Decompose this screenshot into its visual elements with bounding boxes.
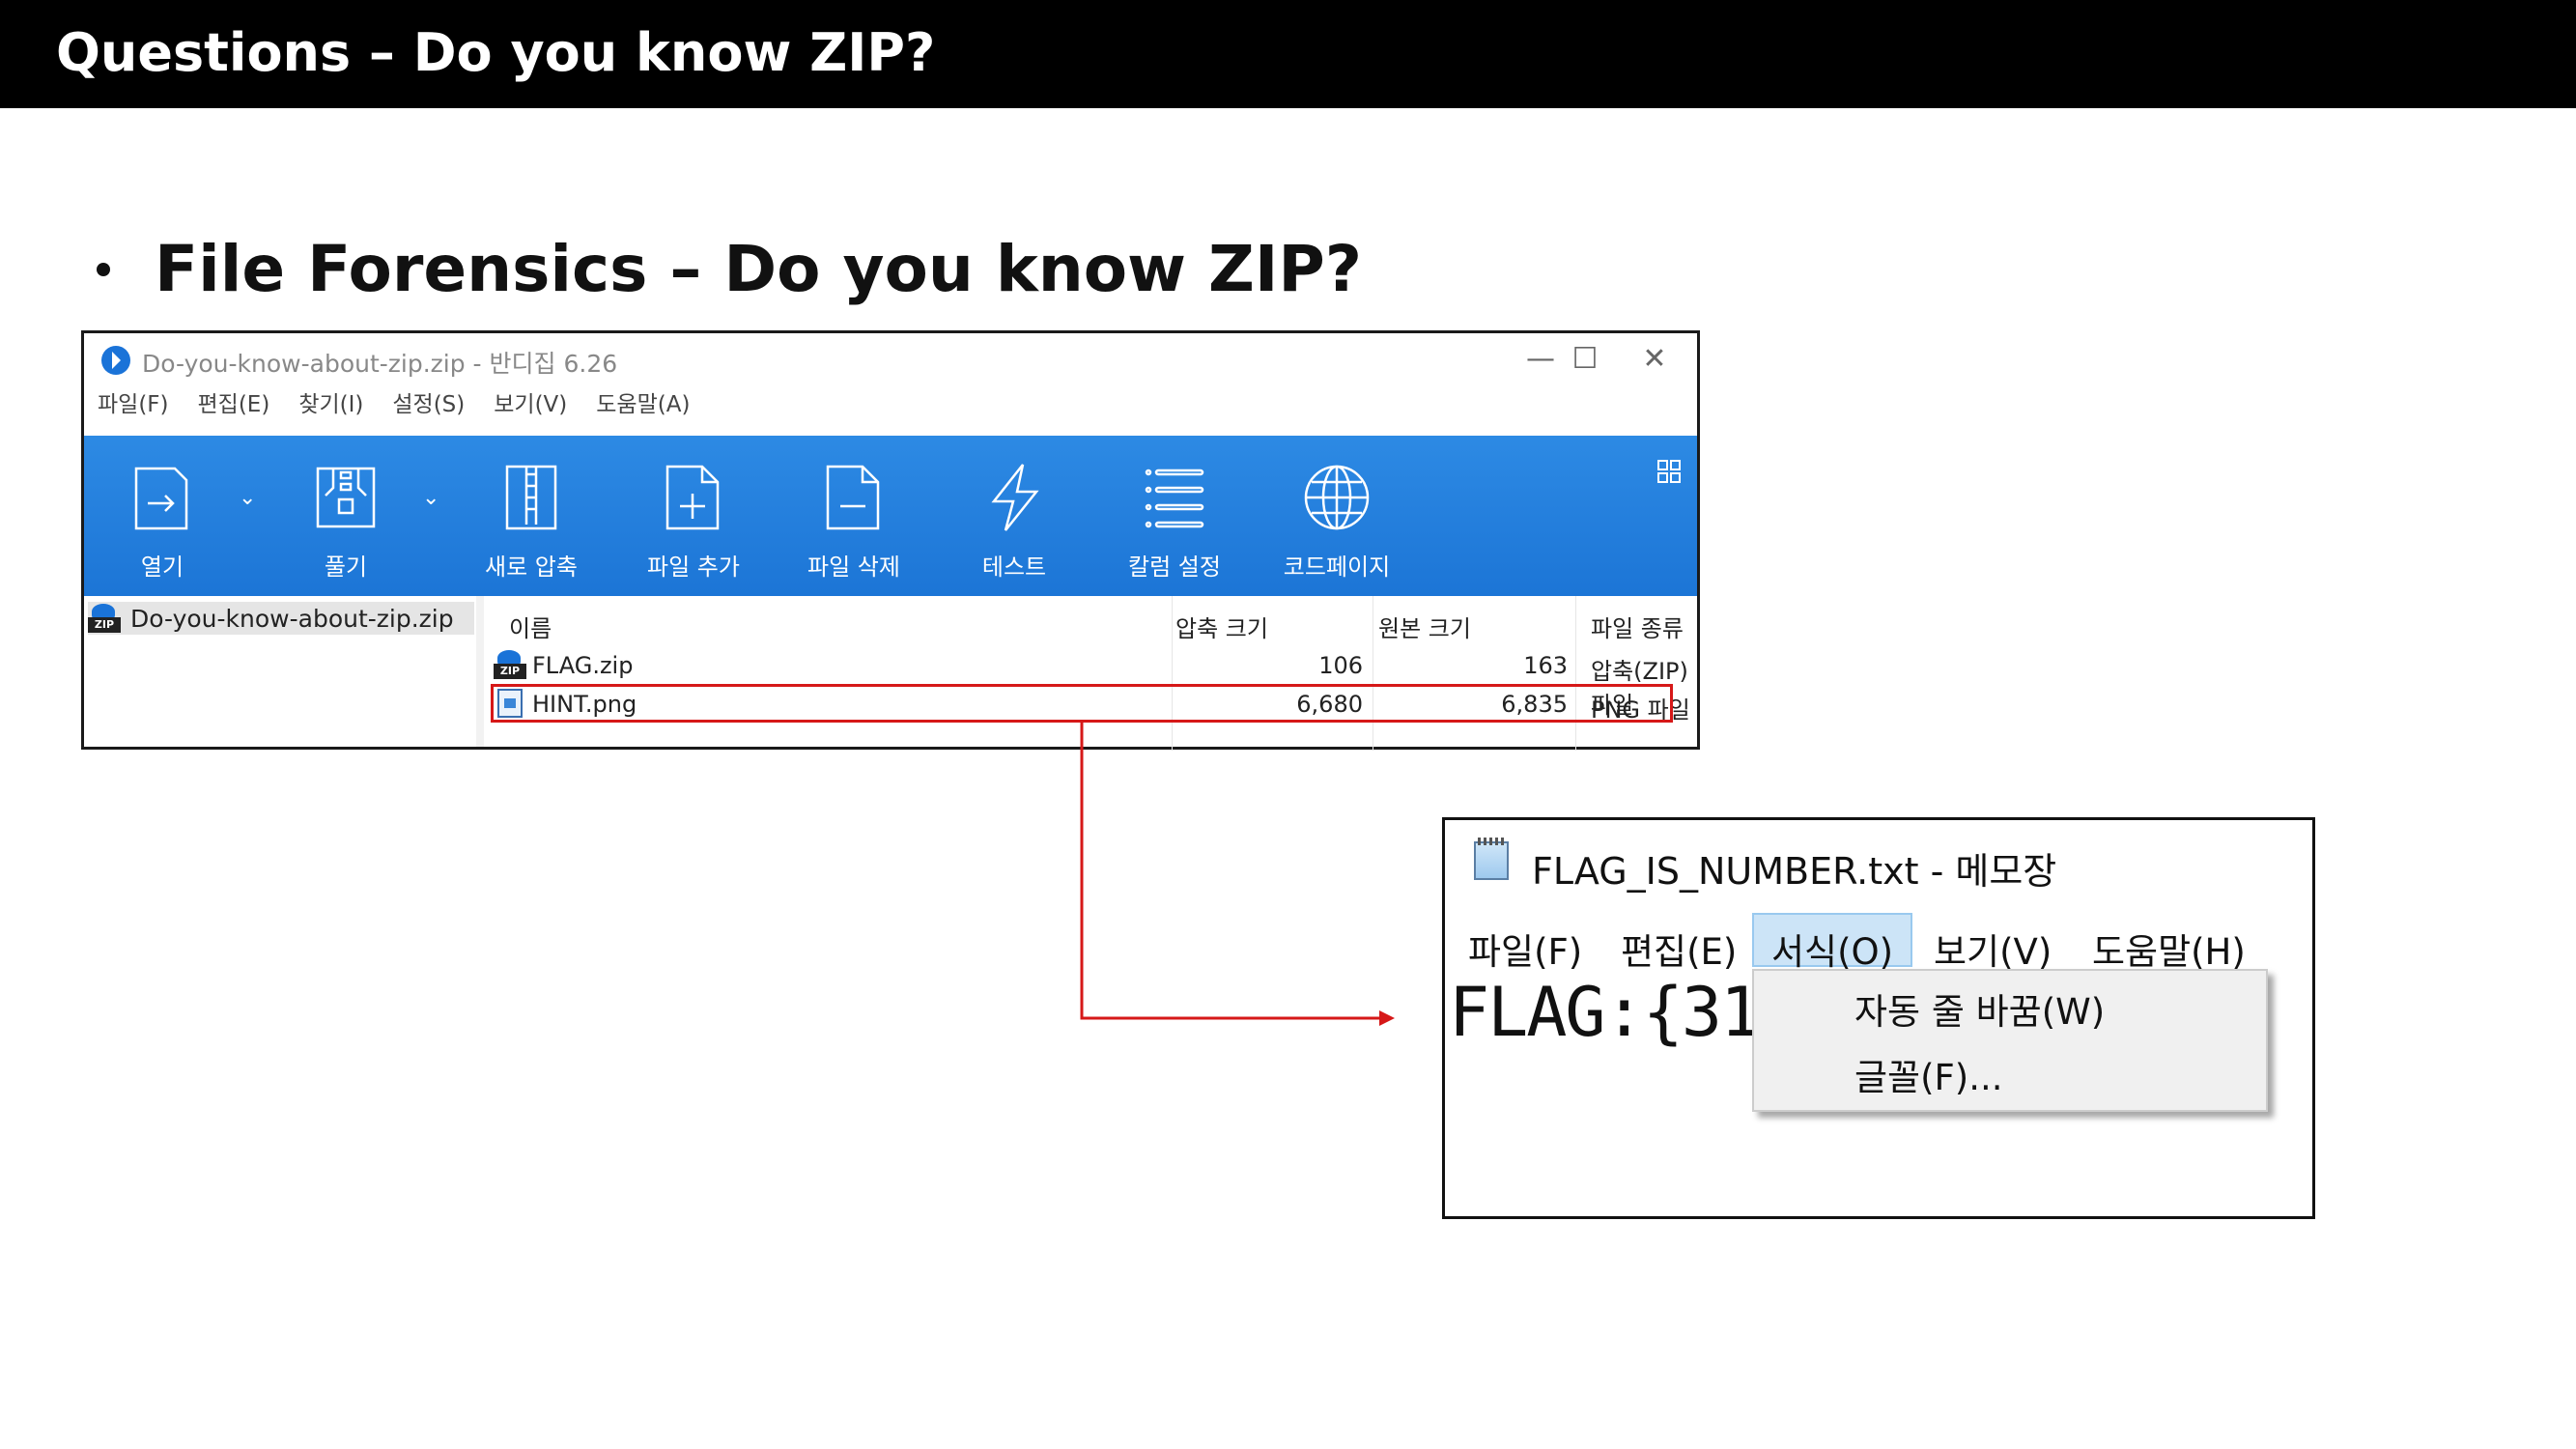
notepad-menu-format[interactable]: 서식(O) bbox=[1752, 913, 1912, 973]
notepad-menu-bar: 파일(F) 편집(E) 서식(O) 보기(V) 도움말(H) bbox=[1445, 913, 2312, 973]
notepad-menu-edit[interactable]: 편집(E) bbox=[1621, 923, 1737, 975]
notepad-icon bbox=[1474, 838, 1509, 880]
format-dropdown-menu: 자동 줄 바꿈(W) 글꼴(F)... bbox=[1752, 969, 2268, 1112]
notepad-menu-view[interactable]: 보기(V) bbox=[1934, 923, 2052, 975]
notepad-window: FLAG_IS_NUMBER.txt - 메모장 파일(F) 편집(E) 서식(… bbox=[1442, 817, 2315, 1219]
menu-item-word-wrap[interactable]: 자동 줄 바꿈(W) bbox=[1854, 982, 2105, 1035]
notepad-text-content[interactable]: FLAG:{31 bbox=[1449, 973, 1761, 1052]
menu-item-font[interactable]: 글꼴(F)... bbox=[1854, 1048, 2003, 1100]
notepad-menu-file[interactable]: 파일(F) bbox=[1468, 923, 1582, 975]
notepad-menu-help[interactable]: 도움말(H) bbox=[2092, 923, 2246, 975]
connector-arrow bbox=[1080, 723, 1395, 1026]
notepad-title: FLAG_IS_NUMBER.txt - 메모장 bbox=[1532, 850, 2057, 893]
